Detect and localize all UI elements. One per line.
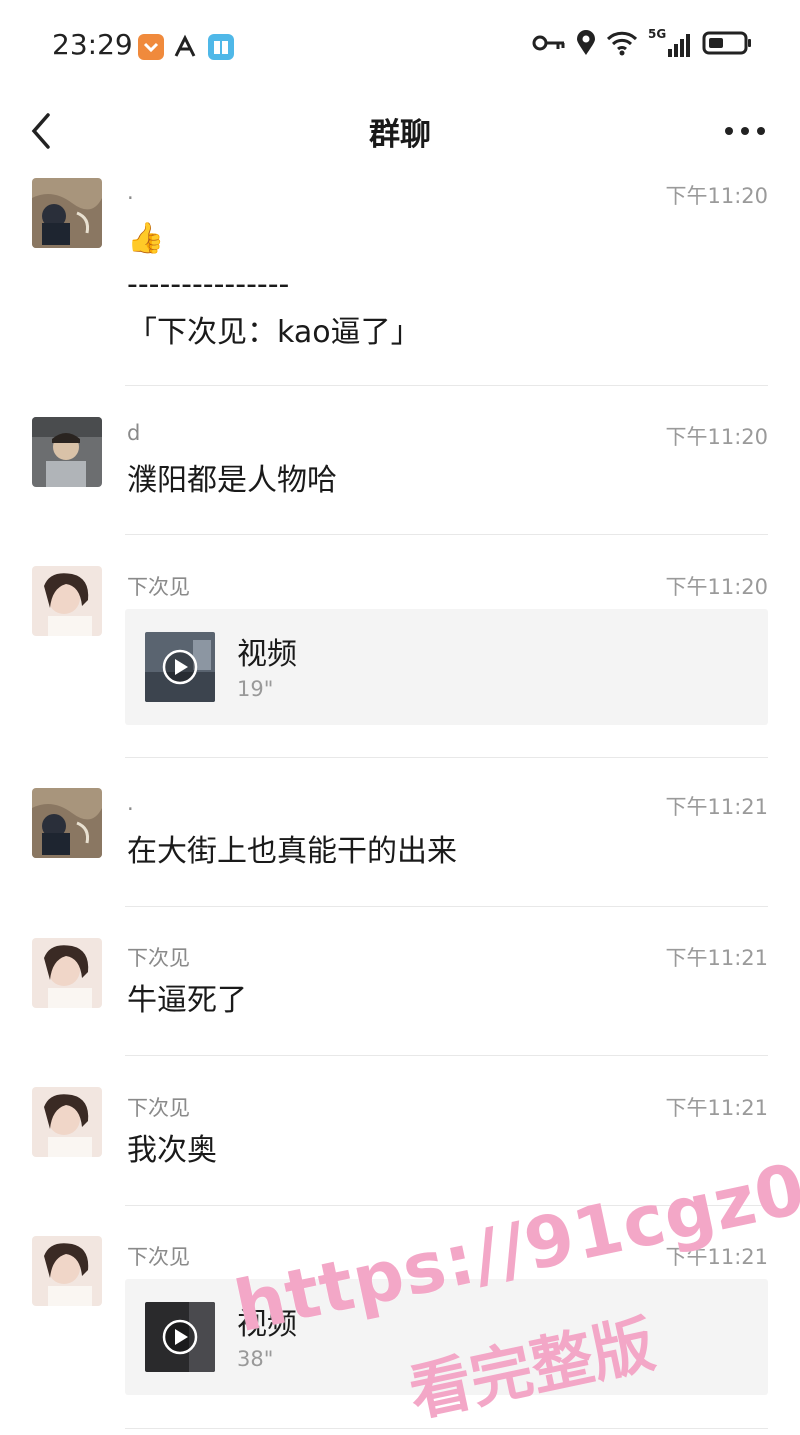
avatar[interactable] — [32, 1236, 102, 1306]
message-time: 下午11:20 — [665, 425, 768, 449]
video-thumbnail — [145, 1302, 215, 1372]
avatar[interactable] — [32, 938, 102, 1008]
sender-name: . — [127, 791, 134, 815]
reader-app-icon — [208, 34, 234, 60]
battery-icon — [702, 30, 752, 60]
signal-icon: 5G — [648, 27, 692, 59]
message-text: 濮阳都是人物哈 — [127, 463, 337, 498]
message-time: 下午11:21 — [665, 946, 768, 970]
sender-name: d — [127, 421, 141, 445]
status-bar: 23:29 5G — [0, 0, 800, 95]
video-duration: 19" — [237, 677, 274, 701]
message-time: 下午11:21 — [665, 795, 768, 819]
sender-name: 下次见 — [127, 1096, 190, 1120]
location-icon — [576, 30, 596, 60]
sender-name: 下次见 — [127, 575, 190, 599]
message-divider — [125, 534, 768, 535]
avatar[interactable] — [32, 417, 102, 487]
avatar[interactable] — [32, 1087, 102, 1157]
key-icon — [532, 32, 566, 58]
sender-name: . — [127, 180, 134, 204]
status-time: 23:29 — [52, 28, 133, 61]
message-divider — [125, 906, 768, 907]
more-options-icon[interactable] — [722, 119, 768, 143]
assistant-app-icon — [172, 34, 198, 60]
sender-name: 下次见 — [127, 1245, 190, 1269]
quote-separator: --------------- — [127, 267, 290, 302]
message-text: 在大街上也真能干的出来 — [127, 834, 457, 869]
page-title: 群聊 — [369, 117, 431, 153]
video-message-card[interactable]: 视频 19" — [125, 609, 768, 725]
wifi-icon — [606, 30, 638, 60]
app-notification-icon — [138, 34, 164, 60]
message-text: 牛逼死了 — [127, 983, 247, 1018]
quoted-text: 「下次见：kao逼了」 — [127, 315, 421, 350]
message-time: 下午11:21 — [665, 1096, 768, 1120]
video-thumbnail — [145, 632, 215, 702]
thumbs-up-emoji: 👍 — [127, 221, 165, 256]
video-duration: 38" — [237, 1347, 274, 1371]
message-divider — [125, 385, 768, 386]
avatar[interactable] — [32, 788, 102, 858]
message-divider — [125, 1428, 768, 1429]
video-title: 视频 — [237, 637, 297, 672]
message-time: 下午11:20 — [665, 575, 768, 599]
message-divider — [125, 1055, 768, 1056]
avatar[interactable] — [32, 566, 102, 636]
message-divider — [125, 757, 768, 758]
title-bar: 群聊 — [0, 95, 800, 175]
sender-name: 下次见 — [127, 946, 190, 970]
message-time: 下午11:20 — [665, 184, 768, 208]
avatar[interactable] — [32, 178, 102, 248]
message-text: 我次奥 — [127, 1133, 217, 1168]
